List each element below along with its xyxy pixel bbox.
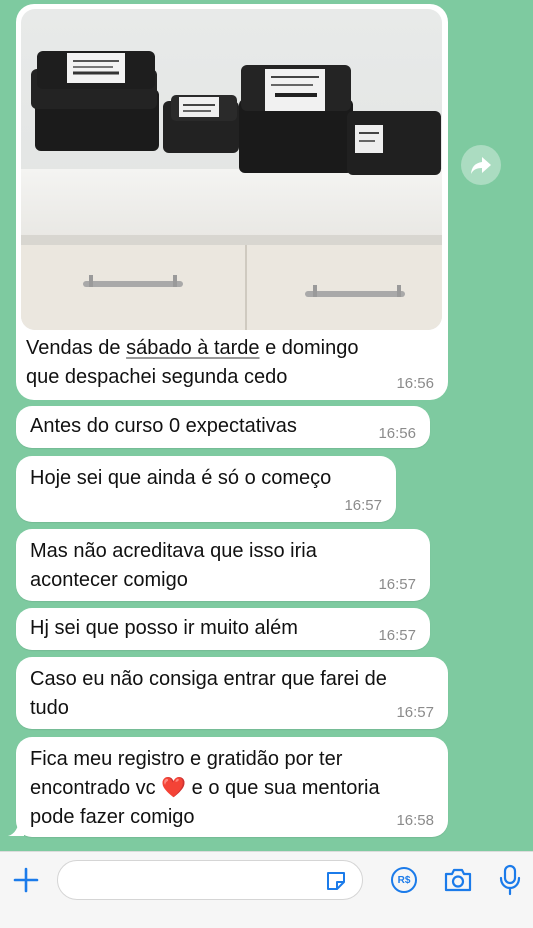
plus-icon[interactable] xyxy=(12,866,40,894)
sticker-icon[interactable] xyxy=(324,869,348,893)
message-text: Mas não acreditava que isso iria acontec… xyxy=(30,540,317,591)
message-input[interactable] xyxy=(57,860,363,900)
payment-button[interactable]: R$ xyxy=(391,867,417,893)
microphone-icon[interactable] xyxy=(498,864,522,896)
forward-icon xyxy=(471,157,491,174)
message-bubble[interactable]: Vendas de sábado à tarde e domingo que d… xyxy=(16,330,448,400)
message-text: Hoje sei que ainda é só o começo xyxy=(30,467,332,489)
message-text: Antes do curso 0 expectativas xyxy=(30,415,297,437)
camera-icon[interactable] xyxy=(443,867,473,893)
photo-message-bubble[interactable]: Vendas de sábado à tarde e domingo que d… xyxy=(16,4,448,400)
bubble-tail xyxy=(8,818,24,836)
message-bubble[interactable]: Caso eu não consiga entrar que farei de … xyxy=(16,657,448,729)
message-time: 16:56 xyxy=(396,375,434,392)
message-bubble[interactable]: Hoje sei que ainda é só o começo 16:57 xyxy=(16,456,396,522)
message-text: Hj sei que posso ir muito além xyxy=(30,617,298,639)
message-bubble[interactable]: Fica meu registro e gratidão por ter enc… xyxy=(16,737,448,837)
message-time: 16:57 xyxy=(378,576,416,593)
payment-icon: R$ xyxy=(397,874,411,886)
message-text: Vendas de sábado à tarde e domingo que d… xyxy=(26,337,359,388)
message-bubble[interactable]: Antes do curso 0 expectativas 16:56 xyxy=(16,406,430,448)
shipment-photo[interactable] xyxy=(21,9,442,330)
forward-button[interactable] xyxy=(461,145,501,185)
message-bubble[interactable]: Hj sei que posso ir muito além 16:57 xyxy=(16,608,430,650)
message-bubble[interactable]: Mas não acreditava que isso iria acontec… xyxy=(16,529,430,601)
message-text: Fica meu registro e gratidão por ter enc… xyxy=(30,748,380,828)
date-link[interactable]: sábado à tarde xyxy=(126,337,259,359)
message-time: 16:57 xyxy=(378,627,416,644)
message-time: 16:56 xyxy=(378,425,416,442)
message-time: 16:57 xyxy=(344,497,382,514)
message-text: Caso eu não consiga entrar que farei de … xyxy=(30,668,387,719)
message-composer: R$ xyxy=(0,851,533,928)
message-time: 16:57 xyxy=(396,704,434,721)
message-time: 16:58 xyxy=(396,812,434,829)
heart-emoji: ❤️ xyxy=(161,777,187,799)
